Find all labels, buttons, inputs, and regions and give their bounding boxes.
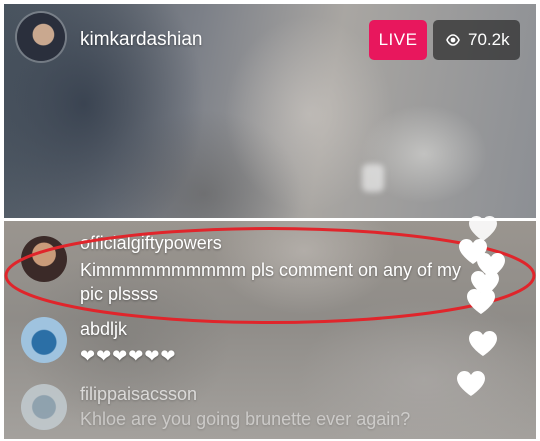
eye-icon	[446, 34, 460, 46]
host-username[interactable]: kimkardashian	[80, 29, 203, 51]
comment-username[interactable]: filippaisacsson	[80, 384, 197, 404]
comment-text: Khloe are you going brunette ever again?	[80, 409, 411, 429]
comment-avatar[interactable]	[21, 384, 67, 430]
video-glint	[362, 164, 384, 192]
comment-text: ❤❤❤❤❤❤	[80, 346, 177, 366]
comment-avatar[interactable]	[21, 236, 67, 282]
host-avatar[interactable]	[17, 13, 65, 61]
heart-icon	[457, 371, 485, 396]
comment-avatar[interactable]	[21, 317, 67, 363]
viewer-count: 70.2k	[468, 30, 510, 49]
live-badge: LIVE	[369, 20, 427, 60]
comment-username[interactable]: officialgiftypowers	[80, 233, 222, 253]
heart-icon	[467, 289, 495, 314]
heart-icon	[469, 331, 497, 356]
comment-username[interactable]: abdljk	[80, 319, 127, 339]
comment-text: Kimmmmmmmmmm pls comment on any of my pi…	[80, 260, 462, 304]
viewer-count-badge[interactable]: 70.2k	[433, 20, 520, 60]
